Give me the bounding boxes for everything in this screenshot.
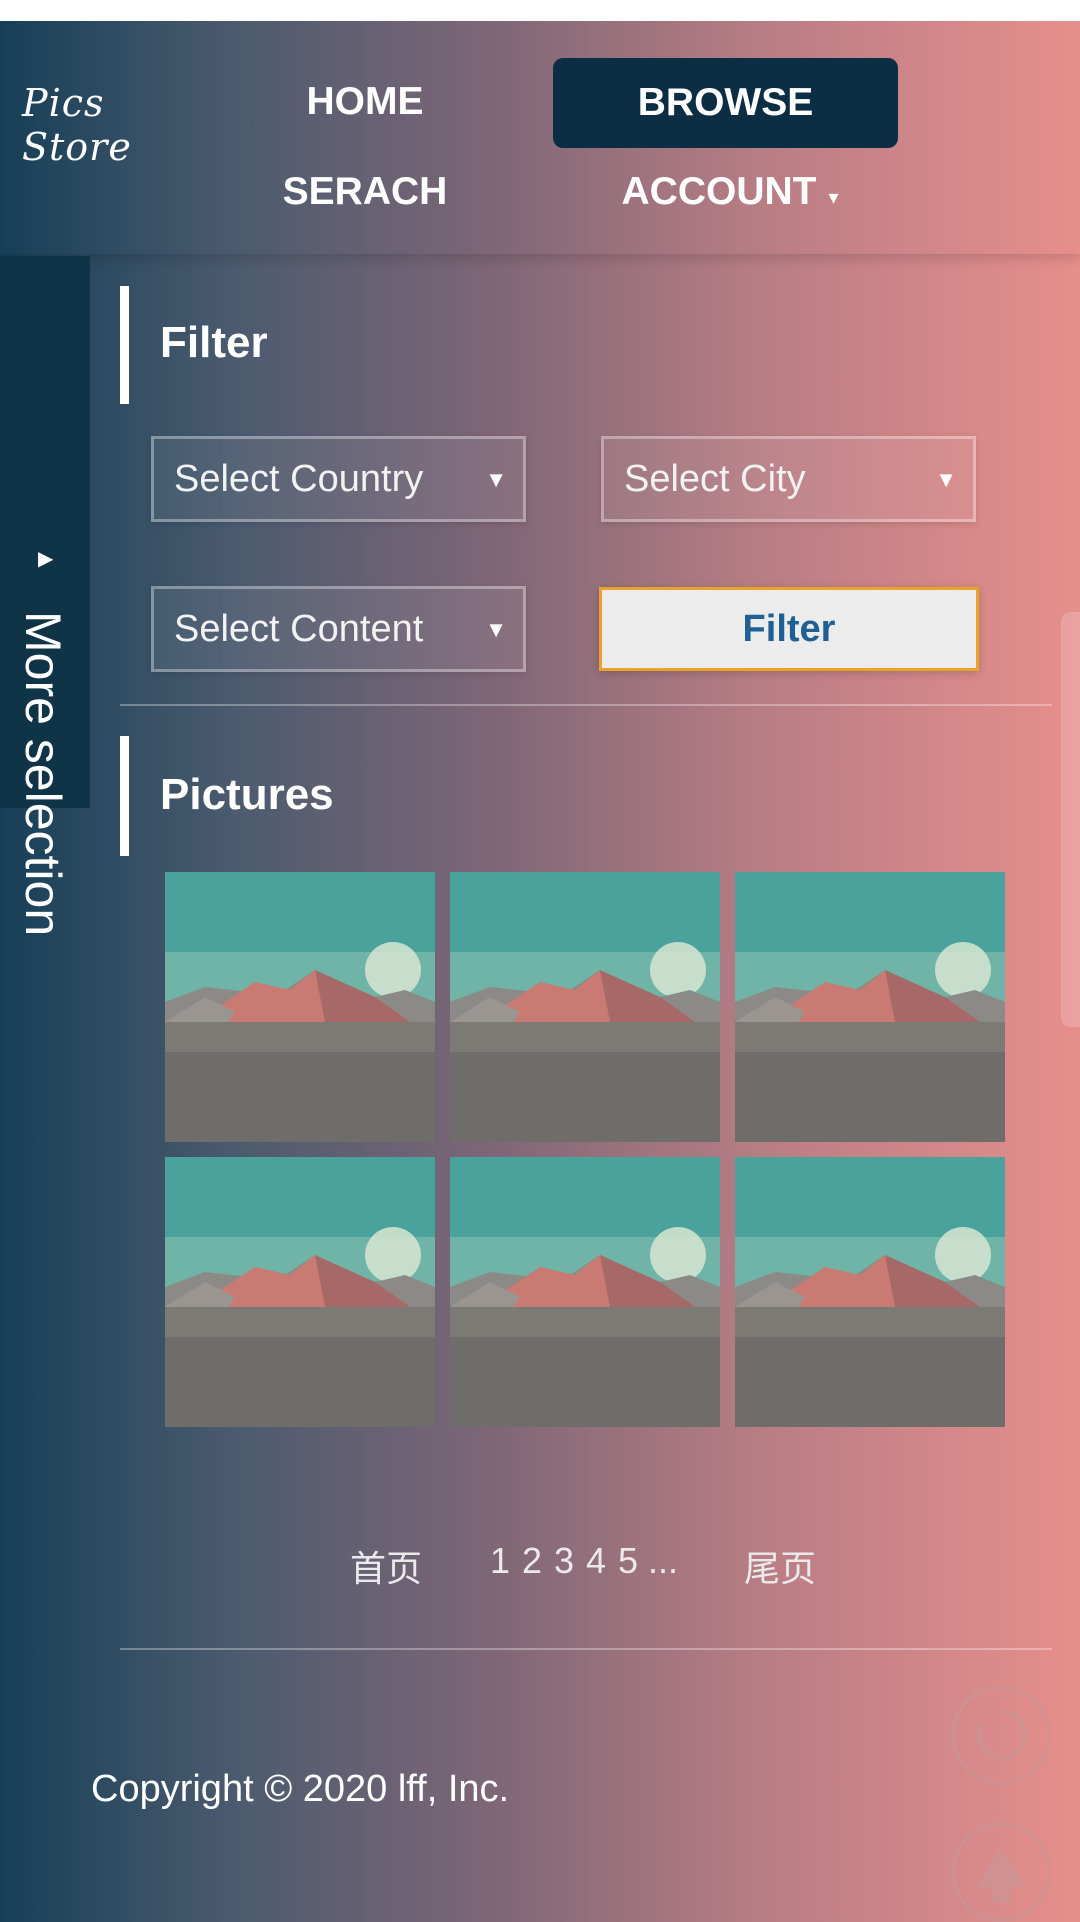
back-to-top-button[interactable] xyxy=(951,1822,1051,1922)
status-bar xyxy=(0,0,1080,21)
app-header: Pics Store HOME BROWSE SERACH ACCOUNT ▾ xyxy=(0,21,1080,254)
page-link[interactable]: 5 xyxy=(618,1540,638,1582)
country-select[interactable]: Select Country ▼ xyxy=(151,436,526,522)
filter-button[interactable]: Filter xyxy=(599,587,979,671)
nav-search[interactable]: SERACH xyxy=(265,159,465,225)
mountain-landscape-image xyxy=(165,1157,435,1427)
pagination: 首页 1 2 3 4 5 ... 尾页 xyxy=(350,1540,830,1600)
page-ellipsis: ... xyxy=(648,1540,679,1581)
page-link[interactable]: 1 xyxy=(490,1540,510,1582)
nav-home[interactable]: HOME xyxy=(265,69,465,135)
nav-search-label: SERACH xyxy=(282,170,448,213)
triangle-down-icon: ▼ xyxy=(485,467,507,492)
picture-thumbnail[interactable] xyxy=(450,872,720,1142)
picture-thumbnail[interactable] xyxy=(450,1157,720,1427)
triangle-down-icon: ▼ xyxy=(485,617,507,642)
picture-thumbnail[interactable] xyxy=(165,1157,435,1427)
pictures-grid xyxy=(165,872,1005,1427)
chevron-down-icon: ▾ xyxy=(828,186,839,209)
picture-thumbnail[interactable] xyxy=(735,872,1005,1142)
site-logo[interactable]: Pics Store xyxy=(22,81,192,169)
divider xyxy=(120,704,1052,706)
content-select[interactable]: Select Content ▼ xyxy=(151,586,526,672)
nav-browse[interactable]: BROWSE xyxy=(553,58,898,148)
content-select-value: Select Content xyxy=(174,607,424,650)
triangle-right-icon: ▶ xyxy=(38,548,54,570)
picture-thumbnail[interactable] xyxy=(165,872,435,1142)
page-link[interactable]: 3 xyxy=(554,1540,574,1582)
copyright-text: Copyright © 2020 lff, Inc. xyxy=(91,1768,510,1810)
more-selection-label: More selection xyxy=(15,611,71,937)
city-select[interactable]: Select City ▼ xyxy=(601,436,976,522)
first-page-link[interactable]: 首页 xyxy=(350,1540,422,1592)
page-link[interactable]: 4 xyxy=(586,1540,606,1582)
mountain-landscape-image xyxy=(450,872,720,1142)
city-select-value: Select City xyxy=(624,457,806,500)
picture-thumbnail[interactable] xyxy=(735,1157,1005,1427)
refresh-button[interactable] xyxy=(951,1685,1051,1785)
nav-account[interactable]: ACCOUNT ▾ xyxy=(600,159,860,225)
mountain-landscape-image xyxy=(735,872,1005,1142)
filter-section-bar xyxy=(120,286,129,404)
pictures-section-bar xyxy=(120,736,129,856)
refresh-icon xyxy=(976,1709,1028,1761)
mountain-landscape-image xyxy=(450,1157,720,1427)
pictures-title: Pictures xyxy=(160,770,334,819)
divider xyxy=(120,1648,1052,1650)
triangle-down-icon: ▼ xyxy=(935,467,957,492)
mountain-landscape-image xyxy=(165,872,435,1142)
nav-account-label: ACCOUNT xyxy=(621,170,817,213)
nav-browse-label: BROWSE xyxy=(637,81,814,124)
scrollbar[interactable] xyxy=(1061,612,1080,1027)
last-page-link[interactable]: 尾页 xyxy=(744,1540,816,1592)
mountain-landscape-image xyxy=(735,1157,1005,1427)
nav-home-label: HOME xyxy=(306,80,424,123)
country-select-value: Select Country xyxy=(174,457,424,500)
filter-title: Filter xyxy=(160,318,268,367)
more-selection-tab[interactable]: ▶ More selection xyxy=(0,256,90,936)
page-link[interactable]: 2 xyxy=(522,1540,542,1582)
arrow-up-icon xyxy=(976,1847,1026,1903)
